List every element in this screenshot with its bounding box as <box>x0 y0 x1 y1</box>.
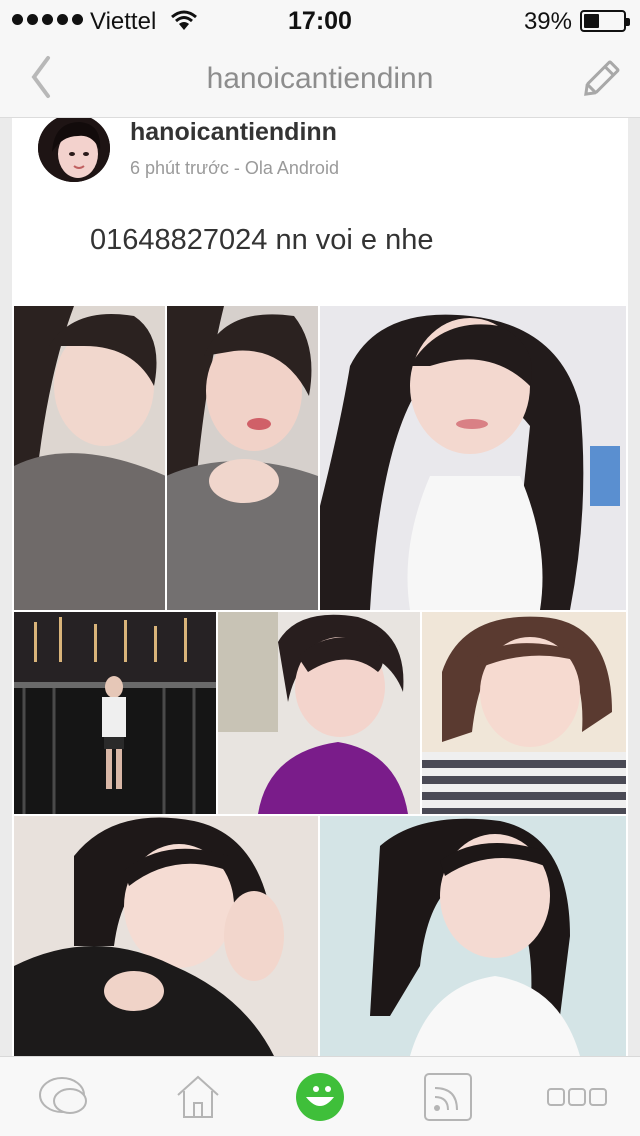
smiley-icon[interactable] <box>294 1071 346 1123</box>
photo-2[interactable] <box>320 306 626 610</box>
feed-content[interactable]: hanoicantiendinn 6 phút trước - Ola Andr… <box>0 118 640 1056</box>
page-title: hanoicantiendinn <box>206 62 434 95</box>
status-bar: Viettel 17:00 39% <box>0 0 640 40</box>
pencil-icon[interactable] <box>578 58 622 102</box>
photo-7[interactable] <box>320 816 626 1056</box>
photo-6[interactable] <box>14 816 318 1056</box>
post-card: hanoicantiendinn 6 phút trước - Ola Andr… <box>12 118 628 1056</box>
tab-bar <box>0 1056 640 1136</box>
more-icon[interactable] <box>546 1071 608 1123</box>
home-icon[interactable] <box>172 1071 224 1123</box>
photo-5[interactable] <box>422 612 626 814</box>
post-meta: 6 phút trước - Ola Android <box>130 158 339 178</box>
photo-4[interactable] <box>218 612 420 814</box>
post-text: 01648827024 nn voi e nhe <box>90 224 434 256</box>
chat-bubble-icon[interactable] <box>38 1071 90 1123</box>
navigation-bar: hanoicantiendinn <box>0 40 640 118</box>
battery-icon <box>580 10 630 32</box>
battery-percent: 39% <box>523 8 572 35</box>
photo-3[interactable] <box>14 612 216 814</box>
avatar[interactable] <box>38 118 110 182</box>
post-author[interactable]: hanoicantiendinn <box>130 118 337 147</box>
photo-1[interactable] <box>14 306 318 610</box>
feed-icon[interactable] <box>422 1071 474 1123</box>
